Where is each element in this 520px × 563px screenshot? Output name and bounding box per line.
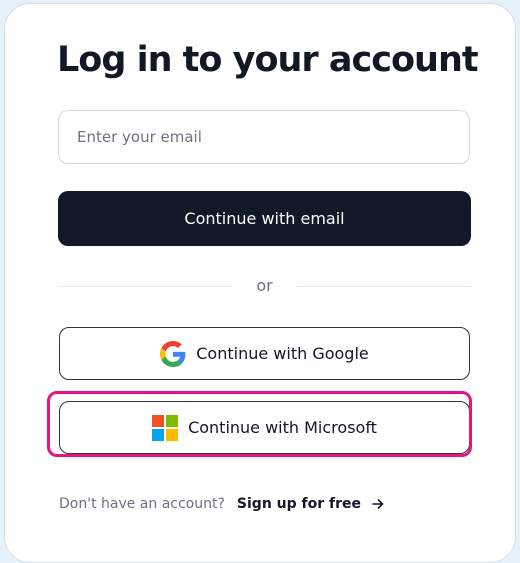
or-divider: or [58,274,471,298]
continue-with-microsoft-button[interactable]: Continue with Microsoft [59,401,470,454]
microsoft-logo-icon [152,414,179,441]
continue-with-email-button[interactable]: Continue with email [58,191,471,246]
divider-line-right [297,286,471,287]
arrow-right-icon [371,497,385,511]
sign-up-label: Sign up for free [236,496,362,512]
sign-up-link[interactable]: Sign up for free [237,496,385,512]
page-title: Log in to your account [57,40,479,80]
microsoft-button-label: Continue with Microsoft [188,418,377,437]
email-input[interactable] [58,110,470,164]
login-card: Log in to your account Continue with ema… [4,3,516,563]
signup-footer: Don't have an account? Sign up for free [59,496,385,512]
continue-with-google-button[interactable]: Continue with Google [59,327,470,380]
no-account-text: Don't have an account? [59,496,225,512]
google-button-label: Continue with Google [196,344,369,363]
google-logo-icon [160,340,186,367]
